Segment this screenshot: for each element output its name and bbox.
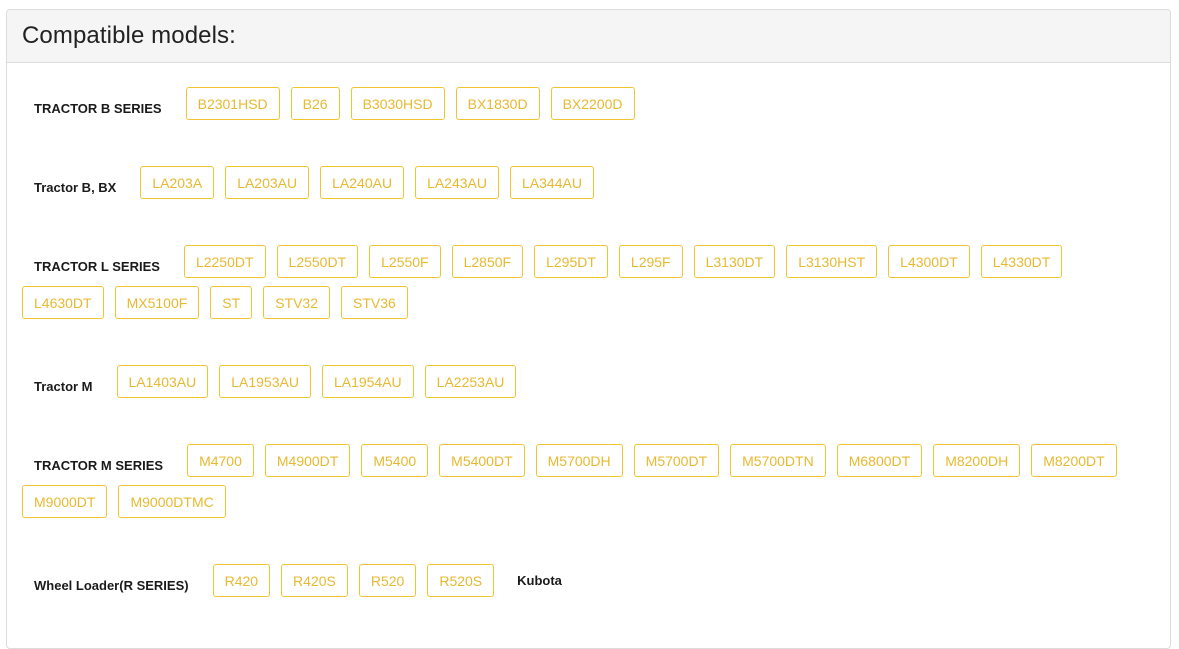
- compatible-models-panel: Compatible models: TRACTOR B SERIES B2301…: [6, 9, 1171, 649]
- model-tag[interactable]: STV36: [341, 286, 408, 319]
- model-tag[interactable]: LA2253AU: [424, 365, 517, 398]
- model-tag[interactable]: M9000DT: [22, 485, 108, 518]
- model-tag[interactable]: L295F: [618, 245, 683, 278]
- panel-header: Compatible models:: [7, 10, 1170, 63]
- model-tag[interactable]: R520S: [427, 564, 495, 597]
- model-tag[interactable]: BX1830D: [455, 87, 540, 120]
- model-tag[interactable]: L295DT: [534, 245, 608, 278]
- model-tag[interactable]: M4900DT: [264, 444, 351, 477]
- model-tag[interactable]: LA1953AU: [219, 365, 311, 398]
- series-label: Tractor M: [34, 378, 93, 394]
- model-tag[interactable]: L4330DT: [980, 245, 1063, 278]
- model-tag[interactable]: L2550F: [369, 245, 441, 278]
- series-label: Wheel Loader(R SERIES): [34, 577, 189, 593]
- model-tag[interactable]: L3130HST: [786, 245, 878, 278]
- model-tag[interactable]: R420S: [281, 564, 348, 597]
- model-tag[interactable]: R420: [212, 564, 271, 597]
- model-tag[interactable]: LA243AU: [415, 166, 499, 199]
- model-tag[interactable]: M9000DTMC: [118, 485, 226, 518]
- model-tag[interactable]: L2550DT: [276, 245, 359, 278]
- model-tag[interactable]: M5700DTN: [730, 444, 826, 477]
- model-tag[interactable]: M5400: [361, 444, 429, 477]
- model-tag[interactable]: B2301HSD: [185, 87, 280, 120]
- model-tag[interactable]: MX5100F: [114, 286, 200, 319]
- series-label: Tractor B, BX: [34, 179, 117, 195]
- series-row: Tractor M LA1403AU LA1953AU LA1954AU LA2253A…: [22, 361, 1152, 402]
- panel-title: Compatible models:: [22, 22, 236, 49]
- series-row: TRACTOR B SERIES B2301HSD B26 B3030HSD BX183…: [22, 83, 1152, 124]
- series-row: TRACTOR M SERIES M4700 M4900DT M5400 M5400DT…: [22, 440, 1152, 522]
- model-tag[interactable]: STV32: [263, 286, 330, 319]
- model-tag[interactable]: M8200DT: [1031, 444, 1117, 477]
- model-tag[interactable]: LA344AU: [510, 166, 594, 199]
- model-tag[interactable]: B26: [290, 87, 340, 120]
- model-tag[interactable]: B3030HSD: [350, 87, 445, 120]
- panel-body: TRACTOR B SERIES B2301HSD B26 B3030HSD BX183…: [7, 63, 1152, 601]
- series-row: Wheel Loader(R SERIES) R420 R420S R520 R520S…: [22, 560, 1152, 601]
- series-label: TRACTOR B SERIES: [34, 100, 162, 116]
- model-tag[interactable]: ST: [210, 286, 253, 319]
- model-tag[interactable]: LA1403AU: [116, 365, 209, 398]
- model-tag[interactable]: M5700DT: [633, 444, 720, 477]
- model-tag[interactable]: L3130DT: [693, 245, 776, 278]
- model-tag[interactable]: R520: [358, 564, 417, 597]
- model-tag[interactable]: M5400DT: [439, 444, 525, 477]
- model-tag[interactable]: M5700DH: [535, 444, 623, 477]
- model-tag[interactable]: M8200DH: [933, 444, 1021, 477]
- brand-label: Kubota: [517, 573, 562, 588]
- series-label: TRACTOR L SERIES: [34, 258, 160, 274]
- model-tag[interactable]: L2250DT: [183, 245, 266, 278]
- series-label: TRACTOR M SERIES: [34, 457, 164, 473]
- model-tag[interactable]: M6800DT: [836, 444, 923, 477]
- series-row: Tractor B, BX LA203A LA203AU LA240AU LA243AU…: [22, 162, 1152, 203]
- model-tag[interactable]: M4700: [187, 444, 254, 477]
- model-tag[interactable]: L2850F: [451, 245, 524, 278]
- model-tag[interactable]: LA240AU: [320, 166, 405, 199]
- model-tag[interactable]: LA203AU: [225, 166, 310, 199]
- model-tag[interactable]: LA203A: [140, 166, 215, 199]
- model-tag[interactable]: L4300DT: [888, 245, 970, 278]
- model-tag[interactable]: L4630DT: [22, 286, 104, 319]
- series-row: TRACTOR L SERIES L2250DT L2550DT L2550F L285…: [22, 241, 1152, 323]
- model-tag[interactable]: BX2200D: [550, 87, 635, 120]
- model-tag[interactable]: LA1954AU: [321, 365, 414, 398]
